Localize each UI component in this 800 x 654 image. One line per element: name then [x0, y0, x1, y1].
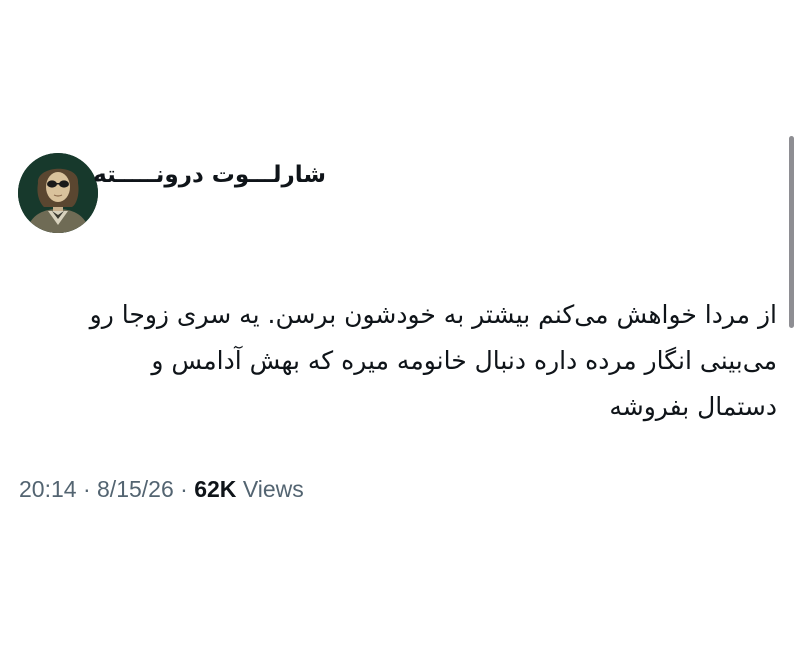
portrait-avatar-icon [18, 153, 98, 233]
views-label: Views [242, 476, 304, 502]
tweet-text: از مردا خواهش می‌کنم بیشتر به خودشون برس… [14, 292, 777, 430]
views-count[interactable]: 62K [194, 476, 236, 502]
author-avatar[interactable] [18, 153, 98, 233]
tweet-card: شارلـــوت درونـــــته از مردا خواهش می‌ک… [0, 0, 800, 654]
scrollbar[interactable] [789, 136, 794, 328]
meta-separator: · [82, 476, 91, 502]
meta-separator: · [180, 476, 188, 502]
author-display-name[interactable]: شارلـــوت درونـــــته [93, 162, 326, 188]
tweet-text-line: دستمال بفروشه [609, 392, 777, 421]
tweet-date[interactable]: 8/15/26 [97, 476, 174, 502]
tweet-text-line: از مردا خواهش می‌کنم بیشتر به خودشون برس… [89, 300, 777, 329]
tweet-time[interactable]: 20:14 [19, 476, 77, 502]
tweet-meta: 20:14 · 8/15/26 · 62K Views [19, 476, 304, 503]
tweet-text-line: می‌بینی انگار مرده داره دنبال خانومه میر… [151, 346, 777, 375]
